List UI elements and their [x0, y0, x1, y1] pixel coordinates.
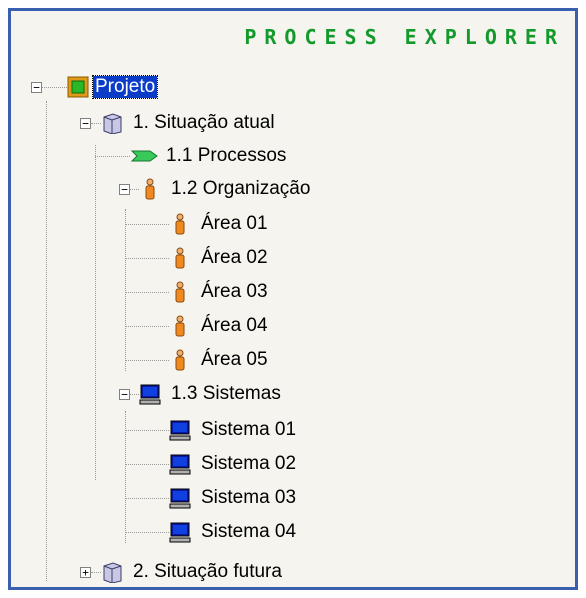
tree-node-label: Área 05 [201, 349, 268, 370]
tree-line [95, 145, 96, 480]
tree-expander-situacao-futura[interactable]: + [80, 566, 91, 579]
tree-node-label: 1.2 Organização [171, 178, 311, 199]
tree-expander-projeto[interactable]: − [31, 81, 42, 94]
tree-node-area[interactable]: Área 04 [169, 313, 270, 339]
tree-node-label: 1.3 Sistemas [171, 383, 281, 404]
computer-icon [169, 453, 191, 475]
folder-icon [101, 112, 123, 135]
tree-expander-situacao-atual[interactable]: − [80, 117, 91, 130]
tree-node-label: Área 04 [201, 315, 268, 336]
tree-node-situacao-atual[interactable]: 1. Situação atual [101, 110, 277, 136]
tree-node-processos[interactable]: 1.1 Processos [130, 143, 288, 169]
process-arrow-icon [130, 145, 160, 167]
tree-expander-organizacao[interactable]: − [119, 183, 130, 196]
panel-title: PROCESS EXPLORER [244, 25, 565, 49]
tree-line [125, 258, 169, 259]
tree-node-label: 1.1 Processos [166, 145, 287, 166]
tree-line [125, 209, 126, 371]
tree-expander-sistemas[interactable]: − [119, 388, 130, 401]
tree-node-organizacao[interactable]: 1.2 Organização [139, 176, 312, 202]
process-explorer-panel: PROCESS EXPLORER − Projeto − 1. Situação… [8, 8, 578, 590]
tree-node-sistemas[interactable]: 1.3 Sistemas [139, 381, 283, 407]
computer-icon [169, 487, 191, 509]
tree-node-label: Área 01 [201, 213, 268, 234]
tree-node-sistema[interactable]: Sistema 02 [169, 451, 298, 477]
computer-icon [139, 383, 161, 405]
person-icon [169, 349, 191, 371]
tree-node-label: Sistema 04 [201, 521, 297, 542]
tree-line [125, 464, 169, 465]
tree-line [125, 326, 169, 327]
tree-node-projeto[interactable]: Projeto [67, 74, 159, 100]
tree-line [125, 430, 169, 431]
person-icon [169, 213, 191, 235]
tree-node-label: Sistema 02 [201, 453, 297, 474]
person-icon [139, 178, 161, 200]
tree-node-label: Área 02 [201, 247, 268, 268]
tree-node-label: 2. Situação futura [133, 561, 282, 582]
tree-node-situacao-futura[interactable]: 2. Situação futura [101, 559, 284, 585]
header: PROCESS EXPLORER [11, 11, 575, 71]
tree-node-label: Projeto [91, 75, 159, 99]
tree-node-label: Sistema 03 [201, 487, 297, 508]
tree-node-area[interactable]: Área 01 [169, 211, 270, 237]
tree-node-sistema[interactable]: Sistema 01 [169, 417, 298, 443]
computer-icon [169, 521, 191, 543]
tree-line [46, 101, 47, 581]
tree-node-sistema[interactable]: Sistema 04 [169, 519, 298, 545]
tree-node-label: Sistema 01 [201, 419, 297, 440]
tree-node-sistema[interactable]: Sistema 03 [169, 485, 298, 511]
tree-line [125, 292, 169, 293]
tree-line [125, 532, 169, 533]
person-icon [169, 247, 191, 269]
tree-node-area[interactable]: Área 05 [169, 347, 270, 373]
person-icon [169, 315, 191, 337]
tree-line [91, 572, 101, 573]
tree-line [125, 498, 169, 499]
computer-icon [169, 419, 191, 441]
tree-line [95, 156, 130, 157]
tree-line [91, 123, 101, 124]
tree-line [125, 360, 169, 361]
folder-icon [101, 561, 123, 584]
tree-node-label: 1. Situação atual [133, 112, 275, 133]
tree-node-area[interactable]: Área 03 [169, 279, 270, 305]
person-icon [169, 281, 191, 303]
tree-node-area[interactable]: Área 02 [169, 245, 270, 271]
tree-line [125, 224, 169, 225]
tree-line [41, 87, 67, 88]
tree-node-label: Área 03 [201, 281, 268, 302]
project-icon [67, 76, 89, 98]
